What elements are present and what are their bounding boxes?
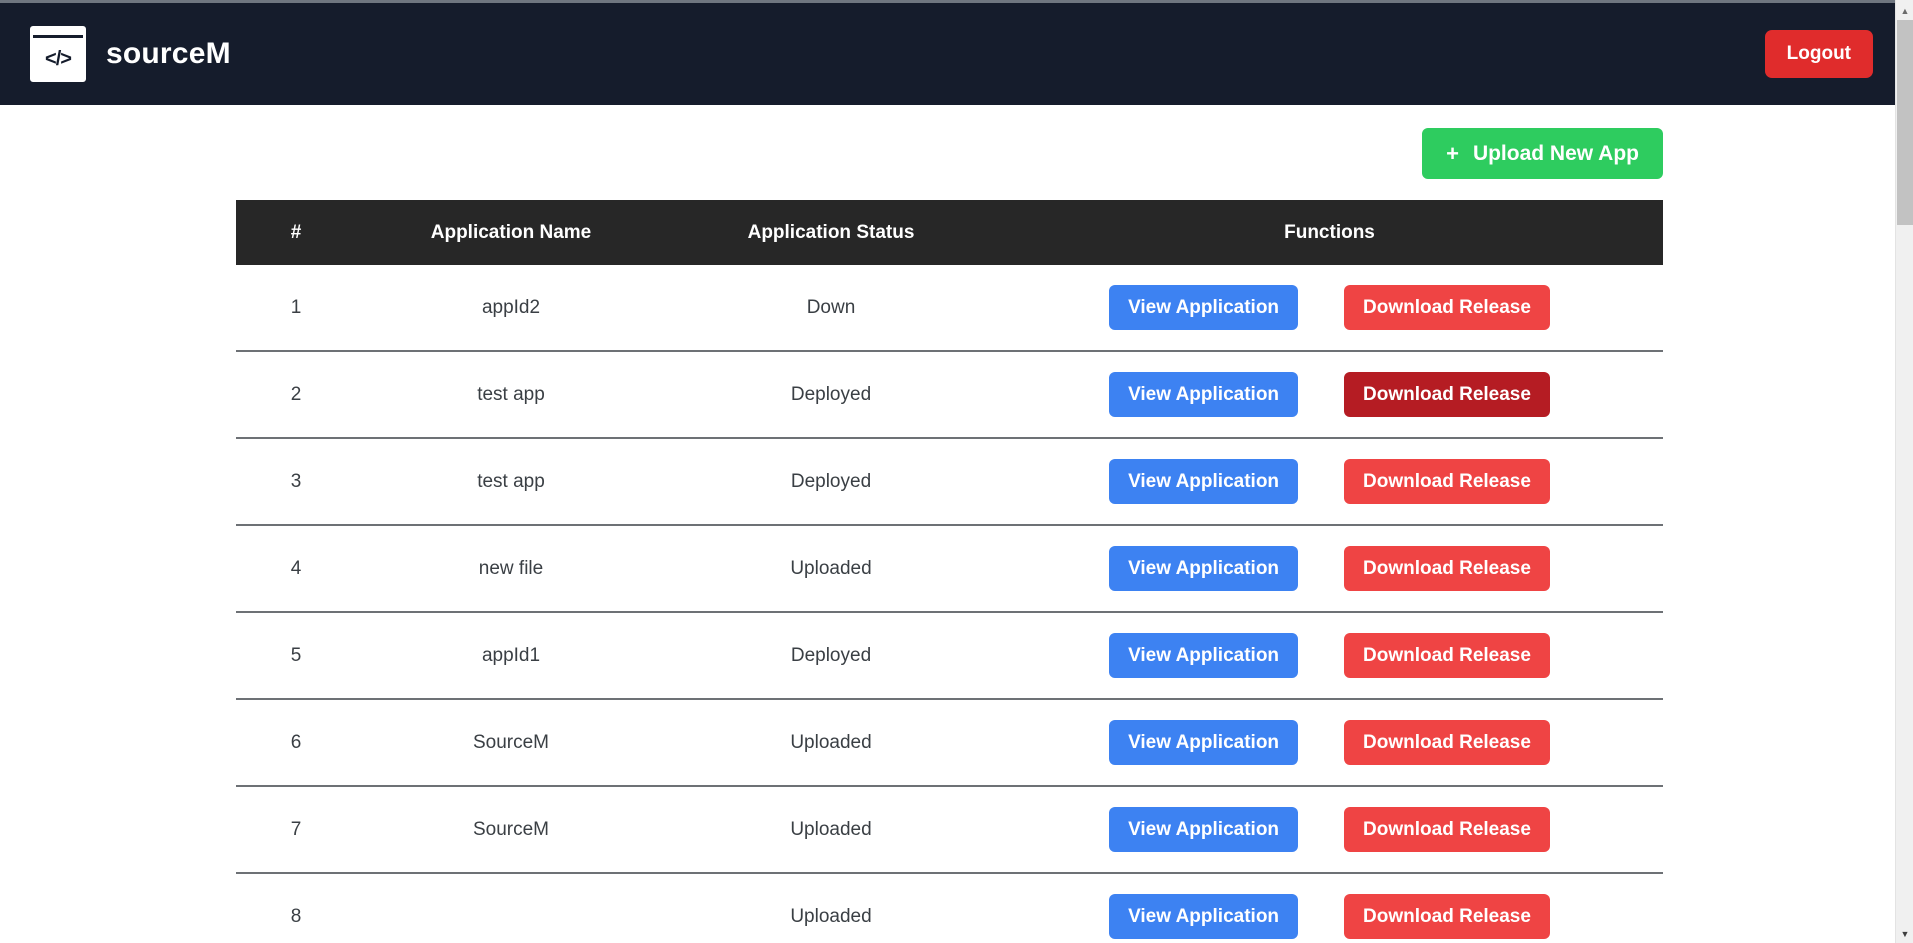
- upload-new-app-button[interactable]: + Upload New App: [1422, 128, 1663, 179]
- cell-application-status: Uploaded: [666, 872, 996, 943]
- table-body: 1 appId2 Down View Application Download Rele…: [236, 265, 1663, 943]
- view-application-button[interactable]: View Application: [1109, 894, 1299, 939]
- cell-index: 3: [236, 437, 356, 525]
- table-row: 1 appId2 Down View Application Download Rele…: [236, 265, 1663, 351]
- plus-icon: +: [1446, 140, 1459, 166]
- code-brackets-logo-icon: </>: [30, 26, 86, 82]
- cell-index: 5: [236, 611, 356, 699]
- brand-link[interactable]: </> sourceM: [30, 26, 231, 82]
- cell-application-status: Deployed: [666, 350, 996, 438]
- download-release-button[interactable]: Download Release: [1344, 633, 1550, 678]
- functions-button-group: View Application Download Release: [996, 439, 1663, 524]
- column-header-name: Application Name: [356, 200, 666, 265]
- cell-functions: View Application Download Release: [996, 611, 1663, 699]
- table-row: 2 test app Deployed View Application Downloa…: [236, 350, 1663, 438]
- cell-index: 8: [236, 872, 356, 943]
- cell-application-name: appId2: [356, 265, 666, 351]
- view-application-button[interactable]: View Application: [1109, 546, 1299, 591]
- download-release-button[interactable]: Download Release: [1344, 459, 1550, 504]
- table-row: 6 SourceM Uploaded View Application Download…: [236, 698, 1663, 786]
- cell-application-status: Deployed: [666, 437, 996, 525]
- cell-functions: View Application Download Release: [996, 524, 1663, 612]
- cell-functions: View Application Download Release: [996, 350, 1663, 438]
- functions-button-group: View Application Download Release: [996, 526, 1663, 611]
- functions-button-group: View Application Download Release: [996, 700, 1663, 785]
- table-row: 8 Uploaded View Application Download Releas…: [236, 872, 1663, 943]
- table-row: 3 test app Deployed View Application Downloa…: [236, 437, 1663, 525]
- cell-index: 1: [236, 265, 356, 351]
- logo-titlebar: [33, 29, 83, 38]
- upload-new-app-label: Upload New App: [1472, 141, 1639, 165]
- top-navbar: </> sourceM Logout: [0, 3, 1895, 105]
- main-content: + Upload New App # Application Name Appl…: [0, 105, 1895, 943]
- cell-functions: View Application Download Release: [996, 872, 1663, 943]
- functions-button-group: View Application Download Release: [996, 613, 1663, 698]
- cell-application-name: SourceM: [356, 698, 666, 786]
- cell-index: 4: [236, 524, 356, 612]
- scroll-up-arrow-icon[interactable]: ▲: [1896, 2, 1913, 20]
- cell-application-status: Uploaded: [666, 785, 996, 873]
- cell-application-status: Uploaded: [666, 524, 996, 612]
- cell-application-status: Uploaded: [666, 698, 996, 786]
- download-release-button[interactable]: Download Release: [1344, 546, 1550, 591]
- view-application-button[interactable]: View Application: [1109, 459, 1299, 504]
- cell-application-name: test app: [356, 437, 666, 525]
- functions-button-group: View Application Download Release: [996, 874, 1663, 943]
- logout-button[interactable]: Logout: [1764, 30, 1873, 78]
- table-row: 4 new file Uploaded View Application Downloa…: [236, 524, 1663, 612]
- cell-application-name: test app: [356, 350, 666, 438]
- cell-index: 6: [236, 698, 356, 786]
- cell-functions: View Application Download Release: [996, 785, 1663, 873]
- view-application-button[interactable]: View Application: [1109, 807, 1299, 852]
- cell-functions: View Application Download Release: [996, 265, 1663, 351]
- vertical-scrollbar[interactable]: ▲ ▼: [1895, 0, 1913, 943]
- cell-application-status: Down: [666, 265, 996, 351]
- download-release-button[interactable]: Download Release: [1344, 807, 1550, 852]
- applications-table: # Application Name Application Status Fu…: [236, 200, 1663, 943]
- toolbar: + Upload New App: [0, 128, 1663, 179]
- cell-application-name: appId1: [356, 611, 666, 699]
- view-application-button[interactable]: View Application: [1109, 372, 1299, 417]
- column-header-status: Application Status: [666, 200, 996, 265]
- cell-functions: View Application Download Release: [996, 698, 1663, 786]
- table-header: # Application Name Application Status Fu…: [236, 200, 1663, 265]
- cell-index: 7: [236, 785, 356, 873]
- cell-index: 2: [236, 350, 356, 438]
- functions-button-group: View Application Download Release: [996, 352, 1663, 437]
- page-viewport: </> sourceM Logout + Upload New App # Ap…: [0, 3, 1895, 943]
- scrollbar-thumb[interactable]: [1897, 20, 1913, 225]
- cell-application-name: [356, 872, 666, 943]
- download-release-button[interactable]: Download Release: [1344, 285, 1550, 330]
- table-row: 7 SourceM Uploaded View Application Download…: [236, 785, 1663, 873]
- logo-glyph: </>: [33, 38, 83, 79]
- scroll-down-arrow-icon[interactable]: ▼: [1896, 925, 1913, 943]
- column-header-functions: Functions: [996, 200, 1663, 265]
- table-row: 5 appId1 Deployed View Application Download …: [236, 611, 1663, 699]
- column-header-index: #: [236, 200, 356, 265]
- brand-name: sourceM: [106, 37, 231, 70]
- view-application-button[interactable]: View Application: [1109, 720, 1299, 765]
- download-release-button[interactable]: Download Release: [1344, 720, 1550, 765]
- functions-button-group: View Application Download Release: [996, 265, 1663, 350]
- view-application-button[interactable]: View Application: [1109, 633, 1299, 678]
- download-release-button[interactable]: Download Release: [1344, 894, 1550, 939]
- cell-functions: View Application Download Release: [996, 437, 1663, 525]
- cell-application-name: new file: [356, 524, 666, 612]
- functions-button-group: View Application Download Release: [996, 787, 1663, 872]
- page-root: </> sourceM Logout + Upload New App # Ap…: [0, 0, 1913, 943]
- cell-application-status: Deployed: [666, 611, 996, 699]
- download-release-button[interactable]: Download Release: [1344, 372, 1550, 417]
- cell-application-name: SourceM: [356, 785, 666, 873]
- table-header-row: # Application Name Application Status Fu…: [236, 200, 1663, 265]
- view-application-button[interactable]: View Application: [1109, 285, 1299, 330]
